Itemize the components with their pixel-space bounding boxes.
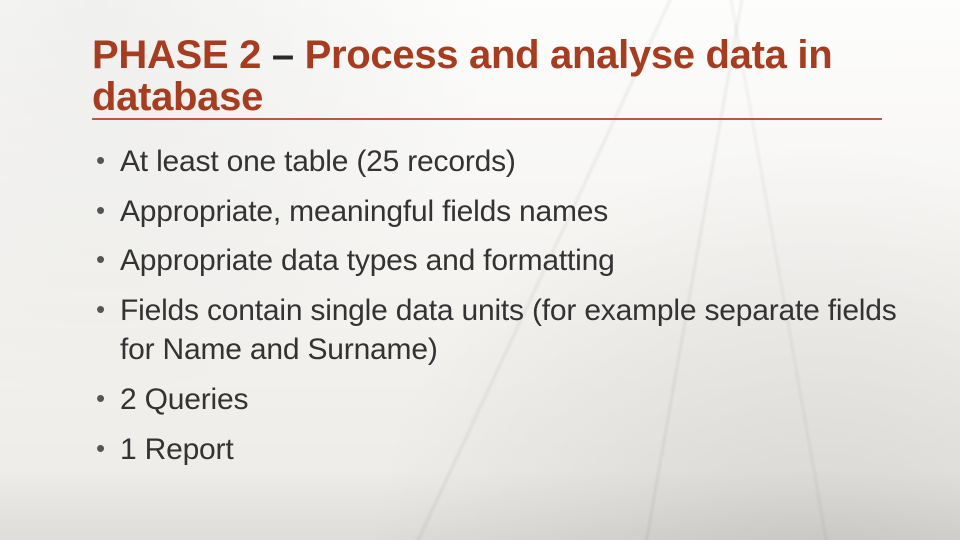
slide: PHASE 2 – Process and analyse data in da…: [0, 0, 960, 540]
title-separator: –: [261, 33, 305, 77]
bullet-text: 1 Report: [120, 433, 233, 466]
slide-title: PHASE 2 – Process and analyse data in da…: [92, 34, 882, 120]
bullet-list: At least one table (25 records) Appropri…: [92, 142, 900, 469]
list-item: Appropriate, meaningful fields names: [92, 192, 900, 232]
list-item: Appropriate data types and formatting: [92, 241, 900, 281]
title-prefix: PHASE 2: [92, 33, 261, 77]
bullet-text: Appropriate data types and formatting: [120, 244, 615, 277]
list-item: Fields contain single data units (for ex…: [92, 291, 900, 370]
bullet-text: At least one table (25 records): [120, 145, 516, 178]
list-item: 2 Queries: [92, 380, 900, 420]
bullet-text: Fields contain single data units (for ex…: [120, 294, 897, 367]
bullet-text: 2 Queries: [120, 383, 248, 416]
list-item: At least one table (25 records): [92, 142, 900, 182]
bullet-text: Appropriate, meaningful fields names: [120, 195, 608, 228]
list-item: 1 Report: [92, 430, 900, 470]
slide-title-text: PHASE 2 – Process and analyse data in da…: [92, 34, 882, 118]
